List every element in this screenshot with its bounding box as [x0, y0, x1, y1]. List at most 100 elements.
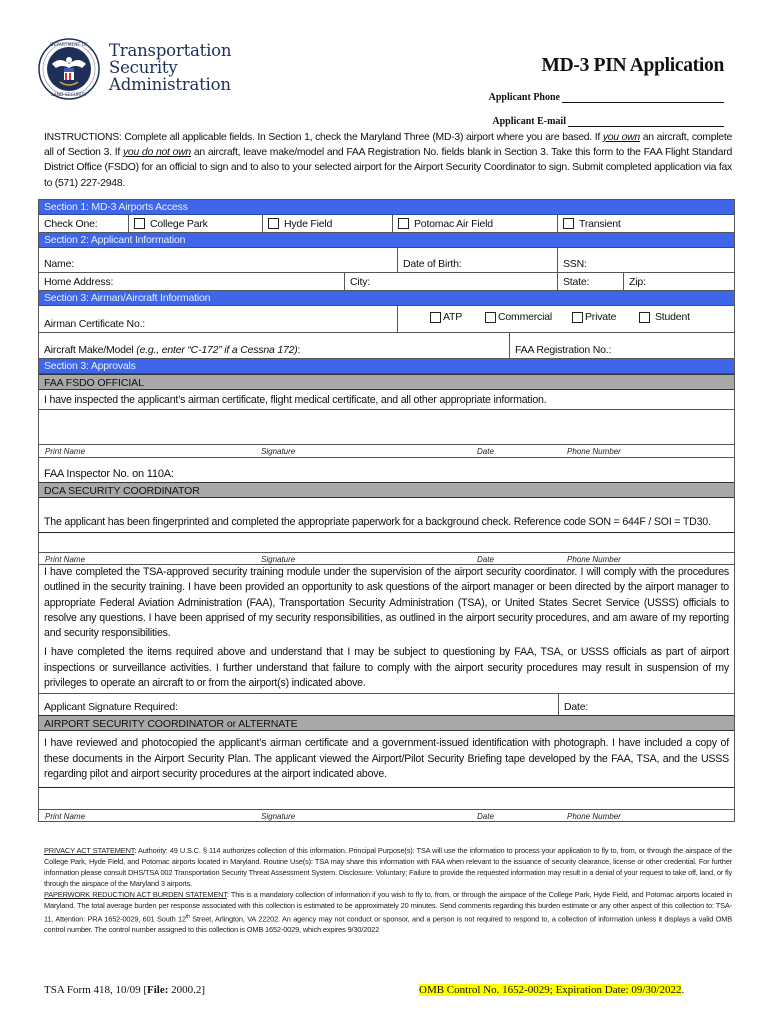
pra-heading: PAPERWORK REDUCTION ACT BURDEN STATEMENT: [44, 890, 227, 900]
applicant-signature-row: Applicant Signature Required: Date:: [39, 694, 734, 716]
asc-signature-area[interactable]: [39, 788, 734, 811]
application-form: Section 1: MD-3 Airports Access Check On…: [38, 199, 735, 823]
state-label: State:: [563, 276, 590, 288]
form-title: MD-3 PIN Application: [541, 55, 724, 76]
ssn-label: SSN:: [563, 258, 587, 270]
omb-control-text: OMB Control No. 1652-0029; Expiration Da…: [419, 984, 682, 996]
faa-registration-label: FAA Registration No.:: [515, 344, 612, 356]
name-field[interactable]: Name:: [39, 248, 398, 272]
date-label: Date: [477, 812, 494, 822]
applicant-email-field[interactable]: [568, 117, 724, 127]
cert-type-student[interactable]: Student: [639, 311, 690, 323]
option-label: Hyde Field: [284, 217, 333, 230]
home-address-label: Home Address:: [44, 276, 114, 288]
section-2-header: Section 2: Applicant Information: [39, 233, 734, 248]
address-row: Home Address: City: State: Zip:: [39, 273, 734, 291]
fsdo-official-header: FAA FSDO OFFICIAL: [39, 374, 734, 390]
applicant-signature-label: Applicant Signature Required:: [44, 701, 178, 714]
cert-type-atp[interactable]: ATP: [430, 311, 485, 323]
ssn-field[interactable]: SSN:: [558, 248, 734, 272]
airman-cert-no-label: Airman Certificate No.:: [44, 318, 146, 330]
signature-label: Signature: [261, 555, 296, 564]
checkbox[interactable]: [268, 218, 279, 229]
asc-header: AIRPORT SECURITY COORDINATOR or ALTERNAT…: [39, 715, 734, 732]
print-name-label: Print Name: [45, 555, 86, 564]
checkbox[interactable]: [398, 218, 409, 229]
checkbox[interactable]: [134, 218, 145, 229]
fsdo-signature-area[interactable]: [39, 410, 734, 445]
paperwork-reduction-statement: PAPERWORK REDUCTION ACT BURDEN STATEMENT…: [44, 889, 732, 935]
print-name-label: Print Name: [45, 447, 86, 456]
applicant-phone-label: Applicant Phone: [488, 92, 560, 103]
dca-statement: The applicant has been fingerprinted and…: [39, 498, 734, 533]
make-model-colon: :: [297, 344, 301, 356]
aircraft-make-model-field[interactable]: Aircraft Make/Model (e.g., enter “C-172”…: [39, 333, 510, 358]
cert-type-options: ATP Commercial Private Student: [398, 306, 734, 332]
zip-field[interactable]: Zip:: [624, 273, 734, 290]
airport-check-row: Check One: College Park Hyde Field Potom…: [39, 215, 734, 233]
agency-name: Transportation Security Administration: [109, 41, 232, 93]
agency-line: Security: [109, 58, 178, 77]
applicant-statement-2: I have completed the items required abov…: [39, 643, 734, 695]
omb-period: .: [681, 984, 685, 996]
fsdo-signature-labels: Print Name Signature Date Phone Number: [39, 445, 734, 458]
file-value: 2000.2]: [168, 984, 206, 996]
name-label: Name:: [44, 258, 74, 270]
asc-statement: I have reviewed and photocopied the appl…: [39, 731, 734, 789]
state-field[interactable]: State:: [558, 273, 624, 290]
home-address-field[interactable]: Home Address:: [39, 273, 345, 290]
section-3-approvals-header: Section 3: Approvals: [39, 359, 734, 374]
faa-inspector-field[interactable]: FAA Inspector No. on 110A:: [39, 458, 734, 482]
cert-type-private[interactable]: Private: [572, 311, 639, 323]
applicant-signature-field[interactable]: Applicant Signature Required:: [39, 694, 559, 716]
cert-type-label: Commercial: [498, 311, 553, 323]
applicant-phone-field[interactable]: [562, 93, 724, 103]
checkbox[interactable]: [639, 311, 650, 323]
checkbox[interactable]: [430, 311, 441, 323]
dob-field[interactable]: Date of Birth:: [398, 248, 558, 272]
dca-signature-area[interactable]: [39, 533, 734, 553]
applicant-statement-1: I have completed the TSA-approved securi…: [44, 566, 729, 640]
faa-registration-field[interactable]: FAA Registration No.:: [510, 333, 734, 358]
section-1-header: Section 1: MD-3 Airports Access: [39, 200, 734, 215]
page-header: DEPARTMENT OF LAND SECURITY Transportati…: [36, 36, 736, 127]
instructions-text: INSTRUCTIONS: Complete all applicable fi…: [44, 132, 603, 143]
option-transient[interactable]: Transient: [558, 215, 734, 232]
section-3-airman-header: Section 3: Airman/Aircraft Information: [39, 291, 734, 306]
fsdo-statement: I have inspected the applicant’s airman …: [39, 390, 734, 410]
agency-line: Transportation: [109, 41, 232, 60]
dca-coordinator-header: DCA SECURITY COORDINATOR: [39, 482, 734, 498]
inspector-row: FAA Inspector No. on 110A:: [39, 458, 734, 482]
privacy-act-heading: PRIVACY ACT STATEMENT: [44, 846, 135, 855]
instructions: INSTRUCTIONS: Complete all applicable fi…: [44, 130, 732, 191]
airman-cert-row: Airman Certificate No.: ATP Commercial P…: [39, 306, 734, 333]
phone-number-label: Phone Number: [567, 447, 621, 456]
form-identifier: TSA Form 418, 10/09 [File: 2000.2]: [44, 984, 205, 996]
phone-number-label: Phone Number: [567, 812, 621, 822]
applicant-date-label: Date:: [564, 701, 589, 714]
applicant-date-field[interactable]: Date:: [559, 694, 734, 715]
option-potomac-air-field[interactable]: Potomac Air Field: [393, 215, 558, 232]
checkbox[interactable]: [572, 311, 583, 323]
instructions-emphasis: you own: [602, 132, 640, 143]
cert-type-commercial[interactable]: Commercial: [485, 311, 572, 323]
city-label: City:: [350, 276, 371, 288]
dhs-seal-icon: DEPARTMENT OF LAND SECURITY: [38, 38, 100, 100]
print-name-label: Print Name: [45, 812, 86, 822]
option-college-park[interactable]: College Park: [129, 215, 263, 232]
checkbox[interactable]: [563, 218, 574, 229]
option-label: College Park: [150, 217, 208, 230]
dca-signature-labels: Print Name Signature Date Phone Number: [39, 553, 734, 565]
name-row: Name: Date of Birth: SSN:: [39, 248, 734, 273]
signature-label: Signature: [261, 447, 296, 456]
date-label: Date: [477, 555, 494, 564]
checkbox[interactable]: [485, 311, 496, 323]
zip-label: Zip:: [629, 276, 646, 288]
option-hyde-field[interactable]: Hyde Field: [263, 215, 393, 232]
airman-cert-no-field[interactable]: Airman Certificate No.:: [39, 306, 398, 332]
dob-label: Date of Birth:: [403, 258, 462, 270]
svg-text:LAND SECURITY: LAND SECURITY: [51, 92, 87, 98]
tsa-logo: DEPARTMENT OF LAND SECURITY Transportati…: [36, 38, 246, 100]
city-field[interactable]: City:: [345, 273, 558, 290]
privacy-act-statement: PRIVACY ACT STATEMENT: Authority: 49 U.S…: [44, 845, 732, 889]
